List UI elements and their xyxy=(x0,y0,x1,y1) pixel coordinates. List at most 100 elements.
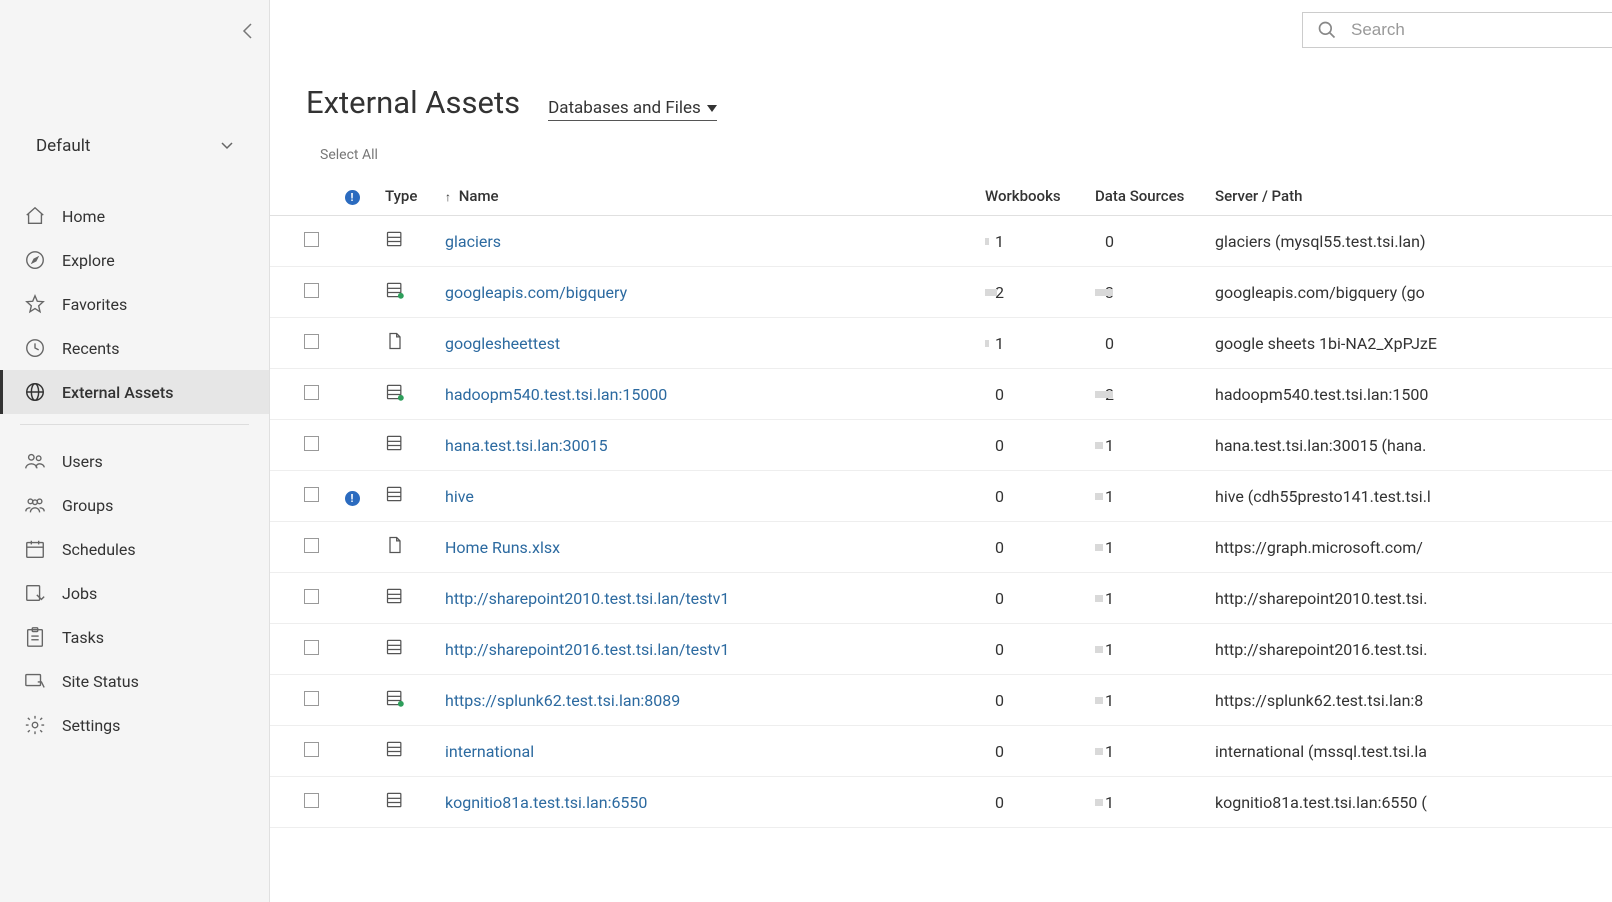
alert-icon: ! xyxy=(345,491,360,506)
filter-label: Databases and Files xyxy=(548,98,701,118)
row-checkbox[interactable] xyxy=(304,793,319,808)
nav-label: Site Status xyxy=(62,672,139,691)
server-path: http://sharepoint2016.test.tsi. xyxy=(1215,640,1427,659)
server-path: hive (cdh55presto141.test.tsi.l xyxy=(1215,487,1431,506)
home-icon xyxy=(24,205,46,227)
search-input[interactable] xyxy=(1349,19,1598,41)
nav-groups[interactable]: Groups xyxy=(0,483,269,527)
asset-name-link[interactable]: https://splunk62.test.tsi.lan:8089 xyxy=(445,691,680,710)
search-box[interactable] xyxy=(1302,12,1612,48)
nav-explore[interactable]: Explore xyxy=(0,238,269,282)
datasources-cell: 1 xyxy=(1095,436,1199,455)
assets-table-wrap: ! Type ↑ Name Workbooks Data Sources Ser… xyxy=(270,177,1612,902)
site-status-icon xyxy=(24,670,46,692)
type-icon xyxy=(385,286,405,305)
table-row: kognitio81a.test.tsi.lan:6550 01 kognitio8… xyxy=(270,777,1612,828)
row-checkbox[interactable] xyxy=(304,640,319,655)
nav-label: Users xyxy=(62,452,103,471)
nav-tasks[interactable]: Tasks xyxy=(0,615,269,659)
site-picker[interactable]: Default xyxy=(20,128,249,164)
server-path: googleapis.com/bigquery (go xyxy=(1215,283,1425,302)
server-path: https://graph.microsoft.com/ xyxy=(1215,538,1423,557)
row-checkbox[interactable] xyxy=(304,436,319,451)
workbooks-cell: 1 xyxy=(985,232,1079,251)
nav-schedules[interactable]: Schedules xyxy=(0,527,269,571)
nav-favorites[interactable]: Favorites xyxy=(0,282,269,326)
row-checkbox[interactable] xyxy=(304,232,319,247)
nav-separator xyxy=(20,424,249,425)
table-row: international01international (mssql.test… xyxy=(270,726,1612,777)
collapse-sidebar-button[interactable] xyxy=(241,22,255,40)
asset-name-link[interactable]: Home Runs.xlsx xyxy=(445,538,560,557)
table-row: http://sharepoint2016.test.tsi.lan/testv… xyxy=(270,624,1612,675)
nav-external-assets[interactable]: External Assets xyxy=(0,370,269,414)
compass-icon xyxy=(24,249,46,271)
col-name[interactable]: ↑ Name xyxy=(437,177,977,216)
asset-name-link[interactable]: http://sharepoint2010.test.tsi.lan/testv… xyxy=(445,589,729,608)
site-picker-label: Default xyxy=(36,136,90,156)
datasources-cell: 0 xyxy=(1095,232,1199,251)
asset-name-link[interactable]: http://sharepoint2016.test.tsi.lan/testv… xyxy=(445,640,729,659)
asset-name-link[interactable]: googleapis.com/bigquery xyxy=(445,283,627,302)
asset-name-link[interactable]: hana.test.tsi.lan:30015 xyxy=(445,436,608,455)
datasources-cell: 1 xyxy=(1095,589,1199,608)
asset-name-link[interactable]: glaciers xyxy=(445,232,501,251)
nav-jobs[interactable]: Jobs xyxy=(0,571,269,615)
type-icon xyxy=(385,643,405,662)
datasources-cell: 1 xyxy=(1095,640,1199,659)
server-path: google sheets 1bi-NA2_XpPJzE xyxy=(1215,334,1437,353)
nav-label: Explore xyxy=(62,251,115,270)
col-server-path[interactable]: Server / Path xyxy=(1207,177,1612,216)
nav-site-status[interactable]: Site Status xyxy=(0,659,269,703)
nav-home[interactable]: Home xyxy=(0,194,269,238)
table-row: Home Runs.xlsx01https://graph.microsoft.… xyxy=(270,522,1612,573)
nav-settings[interactable]: Settings xyxy=(0,703,269,747)
asset-name-link[interactable]: international xyxy=(445,742,534,761)
groups-icon xyxy=(24,494,46,516)
type-icon xyxy=(385,541,405,560)
workbooks-cell: 0 xyxy=(985,436,1079,455)
row-checkbox[interactable] xyxy=(304,538,319,553)
asset-name-link[interactable]: hadoopm540.test.tsi.lan:15000 xyxy=(445,385,667,404)
nav-label: Groups xyxy=(62,496,113,515)
table-row: glaciers10glaciers (mysql55.test.tsi.lan… xyxy=(270,216,1612,267)
assets-table: ! Type ↑ Name Workbooks Data Sources Ser… xyxy=(270,177,1612,828)
row-checkbox[interactable] xyxy=(304,742,319,757)
nav-label: Schedules xyxy=(62,540,136,559)
col-data-sources[interactable]: Data Sources xyxy=(1087,177,1207,216)
row-checkbox[interactable] xyxy=(304,385,319,400)
nav-label: External Assets xyxy=(62,383,173,402)
nav-users[interactable]: Users xyxy=(0,439,269,483)
type-icon xyxy=(385,592,405,611)
type-icon xyxy=(385,490,405,509)
filter-dropdown[interactable]: Databases and Files xyxy=(548,98,717,121)
type-icon xyxy=(385,796,405,815)
asset-name-link[interactable]: hive xyxy=(445,487,474,506)
workbooks-cell: 1 xyxy=(985,334,1079,353)
server-path: hadoopm540.test.tsi.lan:1500 xyxy=(1215,385,1428,404)
nav-recents[interactable]: Recents xyxy=(0,326,269,370)
row-checkbox[interactable] xyxy=(304,487,319,502)
col-flag[interactable]: ! xyxy=(327,177,377,216)
users-icon xyxy=(24,450,46,472)
workbooks-cell: 0 xyxy=(985,589,1079,608)
topbar xyxy=(270,0,1612,60)
sidebar: Default Home Explore Favorites xyxy=(0,0,270,902)
col-type[interactable]: Type xyxy=(377,177,437,216)
row-checkbox[interactable] xyxy=(304,283,319,298)
chevron-down-icon xyxy=(221,142,233,150)
datasources-cell: 1 xyxy=(1095,793,1199,812)
row-checkbox[interactable] xyxy=(304,691,319,706)
server-path: kognitio81a.test.tsi.lan:6550 ( xyxy=(1215,793,1427,812)
server-path: https://splunk62.test.tsi.lan:8 xyxy=(1215,691,1423,710)
asset-name-link[interactable]: kognitio81a.test.tsi.lan:6550 xyxy=(445,793,647,812)
row-checkbox[interactable] xyxy=(304,334,319,349)
col-workbooks[interactable]: Workbooks xyxy=(977,177,1087,216)
asset-name-link[interactable]: googlesheettest xyxy=(445,334,560,353)
row-checkbox[interactable] xyxy=(304,589,319,604)
nav-label: Jobs xyxy=(62,584,97,603)
type-icon xyxy=(385,439,405,458)
workbooks-cell: 0 xyxy=(985,793,1079,812)
col-name-label: Name xyxy=(459,187,499,205)
select-all-link[interactable]: Select All xyxy=(270,129,1612,177)
